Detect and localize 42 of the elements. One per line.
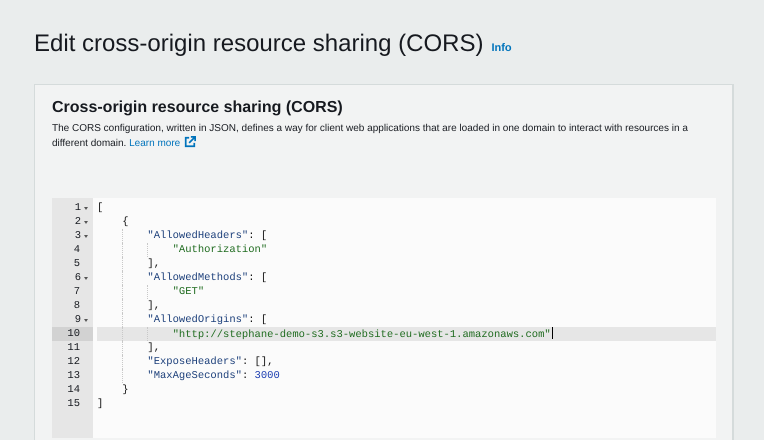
line-number: 12 (67, 356, 80, 368)
line-number: 10 (67, 328, 80, 340)
fold-arrow-icon[interactable] (84, 318, 88, 322)
line-number: 6 (74, 272, 81, 284)
line-number: 11 (67, 342, 80, 354)
line-number: 14 (67, 384, 80, 396)
code-line: "AllowedOrigins": [ (146, 314, 268, 326)
line-number: 7 (74, 286, 80, 298)
code-line: } (121, 384, 129, 396)
line-number: 13 (67, 370, 80, 382)
fold-arrow-icon[interactable] (84, 276, 88, 280)
line-number: 8 (74, 300, 80, 312)
external-link-icon[interactable] (184, 136, 196, 148)
line-number: 2 (74, 216, 81, 228)
line-number: 15 (67, 398, 80, 410)
fold-arrow-icon[interactable] (84, 206, 88, 210)
code-line: ], (146, 258, 160, 270)
code-line: ] (97, 398, 104, 410)
code-line: "AllowedMethods": [ (146, 272, 268, 284)
learn-more-link[interactable]: Learn more (129, 138, 180, 149)
line-number: 9 (74, 314, 81, 326)
line-number: 4 (74, 244, 80, 256)
fold-arrow-icon[interactable] (84, 220, 88, 224)
code-line: { (121, 216, 129, 228)
code-line: "MaxAgeSeconds": 3000 (146, 370, 280, 382)
fold-arrow-icon[interactable] (84, 234, 88, 238)
info-link[interactable]: Info (491, 42, 512, 54)
code-line: ], (146, 300, 160, 312)
code-line: "Authorization" (172, 244, 268, 256)
line-number: 5 (74, 258, 80, 270)
page-title: Edit cross-origin resource sharing (CORS) (34, 30, 484, 58)
text-cursor (552, 327, 553, 339)
code-line: "GET" (172, 286, 204, 298)
code-line: [ (97, 202, 104, 214)
code-line: "ExposeHeaders": [], (146, 356, 274, 368)
line-number: 1 (74, 202, 81, 214)
code-line: "AllowedHeaders": [ (146, 230, 268, 242)
description-text: The CORS configuration, written in JSON, defines a way for client web applications that are loaded in one domain to interact with resources in a different domain. Learn more (52, 122, 689, 151)
panel-heading: Cross-origin resource sharing (CORS) (52, 99, 344, 117)
line-number: 3 (74, 230, 81, 242)
code-line: ], (146, 342, 160, 354)
code-line: "http://stephane-demo-s3.s3-website-eu-west-1.amazonaws.com" (172, 329, 551, 341)
